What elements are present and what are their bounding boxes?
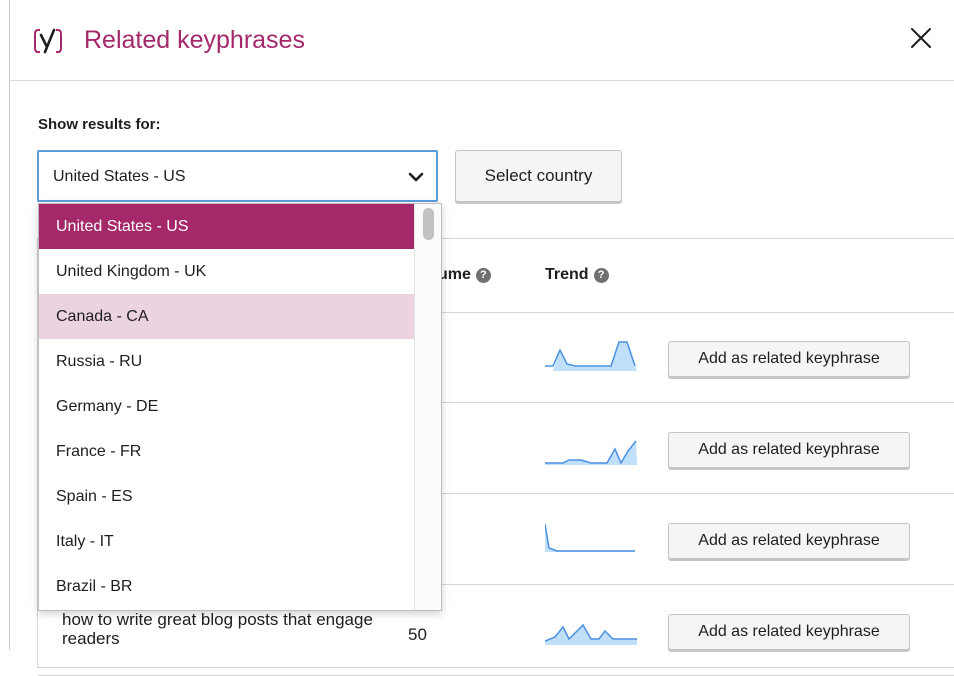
dropdown-option[interactable]: Germany - DE <box>39 384 416 429</box>
trend-sparkline <box>545 440 637 465</box>
column-header-volume: ume? <box>438 266 491 284</box>
help-icon[interactable]: ? <box>475 268 491 283</box>
help-icon[interactable]: ? <box>593 268 609 283</box>
country-dropdown-list: United States - US United Kingdom - UK C… <box>38 203 442 611</box>
country-select[interactable]: United States - US <box>37 150 438 202</box>
dropdown-option[interactable]: Spain - ES <box>39 474 416 519</box>
keyphrase-cell: how to write great blog posts that engag… <box>62 610 373 648</box>
column-header-trend-label: Trend <box>545 266 589 283</box>
yoast-logo-icon <box>34 28 62 54</box>
scrollbar-thumb[interactable] <box>423 208 434 240</box>
add-related-keyphrase-button[interactable]: Add as related keyphrase <box>668 614 910 650</box>
dropdown-option[interactable]: Brazil - BR <box>39 564 416 609</box>
column-header-volume-label: ume <box>438 266 471 283</box>
dropdown-option[interactable]: United States - US <box>39 204 416 249</box>
add-related-keyphrase-button[interactable]: Add as related keyphrase <box>668 341 910 377</box>
dropdown-option[interactable]: United Kingdom - UK <box>39 249 416 294</box>
modal-header: Related keyphrases <box>10 0 954 81</box>
volume-cell: 50 <box>408 625 427 644</box>
trend-sparkline <box>545 623 637 645</box>
column-header-trend: Trend? <box>545 266 609 284</box>
add-related-keyphrase-button[interactable]: Add as related keyphrase <box>668 432 910 468</box>
dropdown-scrollbar[interactable] <box>414 204 441 610</box>
add-related-keyphrase-button[interactable]: Add as related keyphrase <box>668 523 910 559</box>
close-icon[interactable] <box>906 23 936 53</box>
dropdown-option[interactable]: Canada - CA <box>39 294 416 339</box>
dropdown-option[interactable]: France - FR <box>39 429 416 474</box>
select-country-button[interactable]: Select country <box>455 150 622 202</box>
trend-sparkline <box>545 341 637 371</box>
trend-sparkline <box>545 523 635 552</box>
country-select-value: United States - US <box>53 168 186 185</box>
modal-title: Related keyphrases <box>84 26 305 54</box>
modal-left-border <box>9 0 10 650</box>
chevron-down-icon <box>408 172 424 182</box>
show-results-label: Show results for: <box>38 116 161 133</box>
dropdown-option[interactable]: Italy - IT <box>39 519 416 564</box>
dropdown-option[interactable]: Russia - RU <box>39 339 416 384</box>
